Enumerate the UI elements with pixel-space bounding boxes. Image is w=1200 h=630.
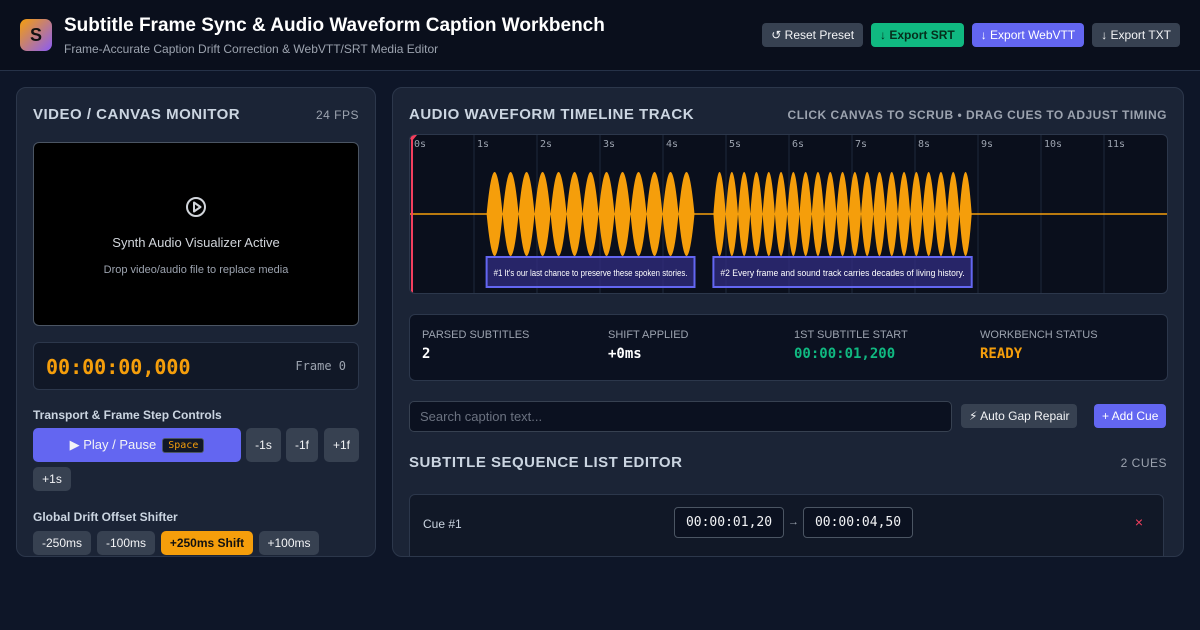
timeline-tick-label: 7s (855, 139, 867, 150)
timeline-tick-label: 11s (1107, 139, 1125, 150)
step-fwd-1f-button[interactable]: +1f (324, 428, 359, 462)
timeline-tick-label: 10s (1044, 139, 1062, 150)
parsed-subtitles-label: PARSED SUBTITLES (422, 329, 530, 341)
space-shortcut-badge: Space (162, 437, 205, 453)
parsed-subtitles-value: 2 (422, 346, 431, 362)
stat-parsed: PARSED SUBTITLES 2 (422, 329, 529, 362)
caption-cue-text: #2 Every frame and sound track carries d… (720, 268, 964, 278)
step-back-1f-button[interactable]: -1f (286, 428, 318, 462)
monitor-drop-hint: Drop video/audio file to replace media (103, 264, 289, 276)
export-txt-button[interactable]: ↓ Export TXT (1092, 23, 1180, 47)
auto-gap-repair-button[interactable]: ⚡ Auto Gap Repair (961, 404, 1078, 428)
add-cue-button[interactable]: + Add Cue (1094, 404, 1167, 428)
cue-end-time-input[interactable]: 00:00:04,50 (803, 507, 913, 538)
waveform-canvas[interactable]: 0s 1s 2s 3s 4s 5s 6s 7s 8s 9s 10s 11s #1 It's our la… (409, 134, 1168, 294)
delete-cue-icon[interactable]: × (1135, 514, 1143, 530)
drift-minus-250-button[interactable]: -250ms (33, 531, 91, 555)
reset-preset-button[interactable]: ↺ Reset Preset (762, 23, 864, 47)
play-circle-icon (186, 197, 206, 217)
shift-applied-value: +0ms (608, 346, 642, 362)
drift-minus-100-button[interactable]: -100ms (97, 531, 155, 555)
caption-cue-text: #1 It's our last chance to preserve thes… (494, 268, 688, 278)
app-subtitle: Frame-Accurate Caption Drift Correction … (64, 42, 439, 56)
app-logo: S (20, 19, 52, 51)
stats-bar: PARSED SUBTITLES 2 SHIFT APPLIED +0ms 1S… (409, 314, 1168, 381)
arrow-right-icon: → (788, 516, 799, 528)
header-actions: ↺ Reset Preset ↓ Export SRT ↓ Export Web… (762, 23, 1180, 47)
fps-label: 24 FPS (315, 108, 359, 122)
drift-offset-label: Global Drift Offset Shifter (33, 510, 178, 524)
caption-search-input[interactable] (409, 401, 952, 432)
timeline-tick-label: 2s (540, 139, 552, 150)
timeline-tick-label: 6s (792, 139, 804, 150)
play-pause-button[interactable]: ▶ Play / Pause Space (33, 428, 241, 462)
current-timecode: 00:00:00,000 (46, 355, 191, 379)
cue-start-time-input[interactable]: 00:00:01,20 (674, 507, 784, 538)
video-monitor-panel: VIDEO / CANVAS MONITOR 24 FPS Synth Audi… (16, 87, 376, 557)
first-start-label: 1ST SUBTITLE START (794, 329, 908, 341)
timeline-tick-label: 4s (666, 139, 678, 150)
timeline-panel: AUDIO WAVEFORM TIMELINE TRACK CLICK CANV… (392, 87, 1184, 557)
timeline-tick-label: 3s (603, 139, 615, 150)
stat-status: WORKBENCH STATUS READY (980, 329, 1098, 362)
stat-shift: SHIFT APPLIED +0ms (608, 329, 689, 362)
timeline-tick-label: 5s (729, 139, 741, 150)
app-header: S Subtitle Frame Sync & Audio Waveform C… (0, 0, 1200, 71)
timeline-tick-label: 9s (981, 139, 993, 150)
play-pause-label: ▶ Play / Pause (69, 437, 157, 452)
cue-count: 2 CUES (1120, 456, 1167, 470)
export-webvtt-button[interactable]: ↓ Export WebVTT (971, 23, 1085, 47)
timeline-tick-label: 1s (477, 139, 489, 150)
waveform-svg[interactable]: 0s 1s 2s 3s 4s 5s 6s 7s 8s 9s 10s 11s #1 It's our la… (410, 135, 1167, 293)
step-fwd-1s-button[interactable]: +1s (33, 467, 71, 491)
frame-counter: Frame 0 (295, 359, 346, 373)
media-monitor-canvas[interactable]: Synth Audio Visualizer Active Drop video… (33, 142, 359, 326)
stat-first-start: 1ST SUBTITLE START 00:00:01,200 (794, 329, 908, 362)
cue-label: Cue #1 (423, 517, 462, 531)
timeline-heading: AUDIO WAVEFORM TIMELINE TRACK (409, 106, 695, 123)
app-title: Subtitle Frame Sync & Audio Waveform Cap… (64, 15, 605, 36)
workbench-status-label: WORKBENCH STATUS (980, 329, 1098, 341)
step-back-1s-button[interactable]: -1s (246, 428, 281, 462)
workbench-status-value: READY (980, 346, 1023, 362)
drift-plus-250-button[interactable]: +250ms Shift (161, 531, 253, 555)
timecode-display: 00:00:00,000 Frame 0 (33, 342, 359, 390)
first-start-value: 00:00:01,200 (794, 346, 896, 362)
cue-row[interactable]: Cue #1 00:00:01,20 → 00:00:04,50 × (409, 494, 1164, 556)
monitor-status-title: Synth Audio Visualizer Active (112, 235, 280, 250)
sequence-heading: SUBTITLE SEQUENCE LIST EDITOR (409, 454, 683, 471)
timeline-hint: CLICK CANVAS TO SCRUB • DRAG CUES TO ADJ… (787, 108, 1167, 122)
drift-plus-100-button[interactable]: +100ms (259, 531, 319, 555)
timeline-tick-label: 0s (414, 139, 426, 150)
monitor-heading: VIDEO / CANVAS MONITOR (33, 106, 241, 123)
export-srt-button[interactable]: ↓ Export SRT (871, 23, 964, 47)
shift-applied-label: SHIFT APPLIED (608, 329, 689, 341)
waveform-segment (713, 172, 972, 256)
transport-label: Transport & Frame Step Controls (33, 408, 222, 422)
timeline-tick-label: 8s (918, 139, 930, 150)
